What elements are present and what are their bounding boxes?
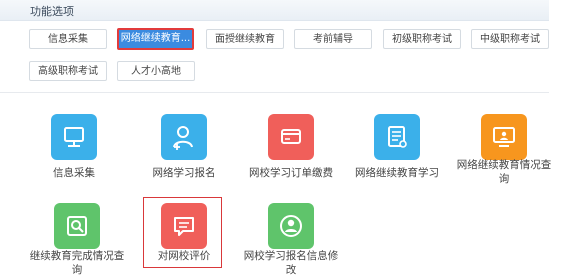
module-order-payment-tile[interactable]	[268, 114, 314, 160]
module-online-study-label[interactable]: 网络继续教育学习	[345, 166, 449, 180]
option-intermediate-title-exam[interactable]: 中级职称考试	[471, 29, 549, 49]
option-online-education[interactable]: 网络继续教育...	[117, 28, 194, 50]
option-talent-highland[interactable]: 人才小高地	[117, 61, 195, 81]
module-online-signup-tile[interactable]	[161, 114, 207, 160]
option-in-person-education[interactable]: 面授继续教育	[206, 29, 284, 49]
module-online-signup-label[interactable]: 网络学习报名	[132, 166, 236, 180]
module-online-study-tile[interactable]	[374, 114, 420, 160]
document-icon	[388, 126, 407, 148]
module-signup-edit-tile[interactable]	[268, 203, 314, 249]
option-exam-tutoring[interactable]: 考前辅导	[294, 29, 372, 49]
module-study-status-label[interactable]: 网络继续教育情况查询	[452, 158, 556, 186]
option-junior-title-exam[interactable]: 初级职称考试	[383, 29, 461, 49]
option-info-collection[interactable]: 信息采集	[29, 29, 107, 49]
monitor-icon	[64, 127, 84, 147]
panel-title: 功能选项	[30, 5, 74, 18]
option-senior-title-exam[interactable]: 高级职称考试	[29, 61, 107, 81]
card-icon	[281, 129, 301, 144]
user-circle-icon	[280, 215, 302, 237]
module-signup-edit-label[interactable]: 网校学习报名信息修改	[239, 249, 343, 277]
search-icon	[67, 216, 87, 236]
selection-highlight	[143, 197, 222, 268]
module-info-collection-tile[interactable]	[51, 114, 97, 160]
module-study-status-tile[interactable]	[481, 114, 527, 160]
user-add-icon	[173, 126, 193, 150]
screen-user-icon	[493, 127, 515, 147]
divider	[0, 92, 549, 93]
module-info-collection-label[interactable]: 信息采集	[22, 166, 126, 180]
module-completion-query-label[interactable]: 继续教育完成情况查询	[25, 249, 129, 277]
panel-header: 功能选项	[0, 0, 549, 21]
module-completion-query-tile[interactable]	[54, 203, 100, 249]
module-order-payment-label[interactable]: 网校学习订单缴费	[239, 166, 343, 180]
